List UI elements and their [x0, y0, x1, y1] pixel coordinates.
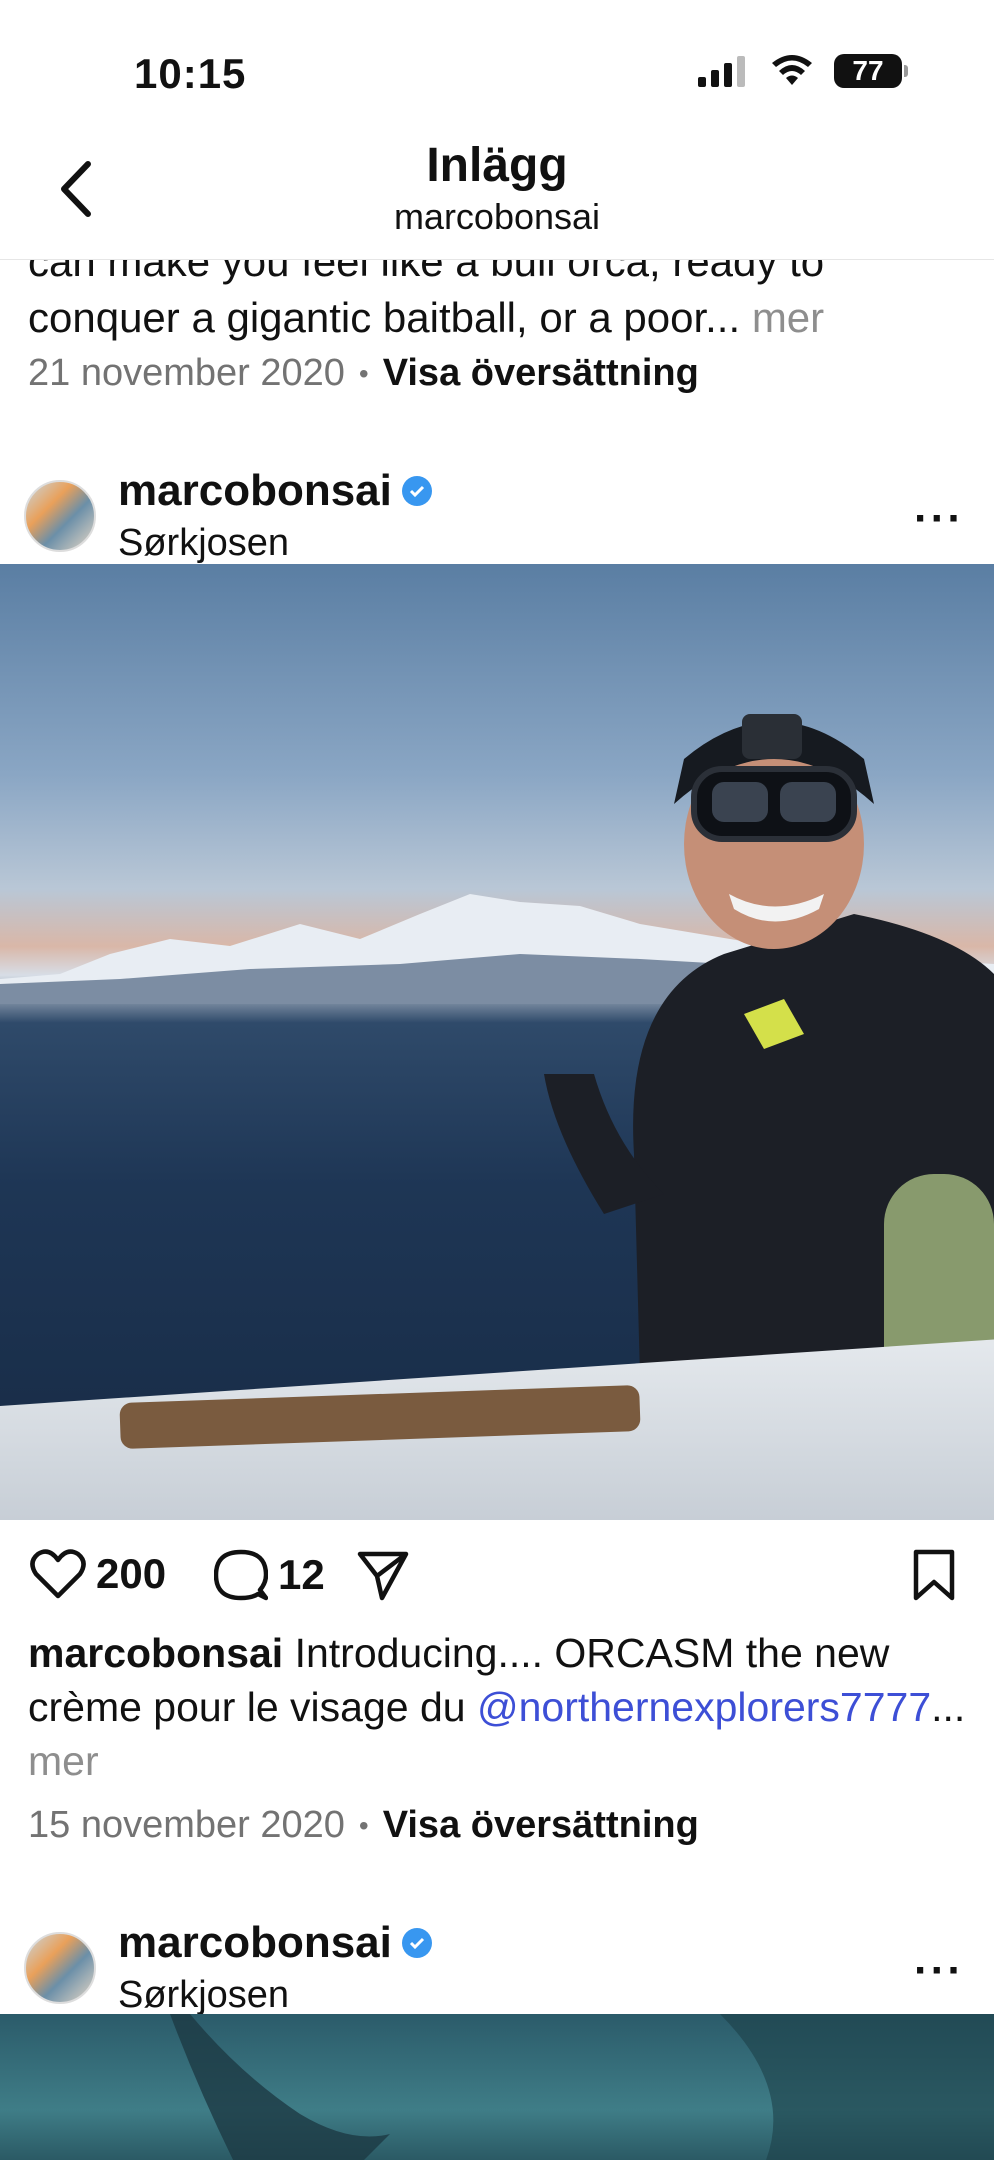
bookmark-icon	[913, 1549, 955, 1601]
post-date: 15 november 2020	[28, 1804, 345, 1846]
post-location[interactable]: Sørkjosen	[118, 1974, 289, 2017]
save-button[interactable]	[912, 1548, 956, 1602]
shark-silhouette	[170, 2014, 994, 2160]
avatar[interactable]	[24, 1932, 96, 2004]
prev-caption-more-link[interactable]: mer	[752, 294, 824, 341]
post-username[interactable]: marcobonsai	[118, 1918, 432, 1968]
avatar[interactable]	[24, 480, 96, 552]
caption-ellipsis: ...	[931, 1684, 966, 1730]
username-text: marcobonsai	[118, 1918, 392, 1967]
prev-translate-link[interactable]: Visa översättning	[383, 352, 699, 395]
post-location[interactable]: Sørkjosen	[118, 522, 289, 565]
prev-post-date: 21 november 2020	[28, 352, 345, 394]
status-time: 10:15	[134, 50, 247, 97]
status-icons: 77	[698, 54, 908, 88]
status-bar: 10:15 77	[0, 0, 994, 130]
verified-badge-icon	[401, 1928, 432, 1958]
post-meta: 15 november 2020 • Visa översättning	[28, 1804, 699, 1847]
comment-icon	[214, 1549, 268, 1601]
comment-button[interactable]: 12	[214, 1548, 325, 1602]
caption-more-link[interactable]: mer	[28, 1738, 99, 1784]
separator-dot: •	[358, 1809, 369, 1841]
username-text: marcobonsai	[118, 466, 392, 515]
translate-link[interactable]: Visa översättning	[383, 1804, 699, 1847]
wifi-icon	[772, 55, 812, 85]
heart-icon	[30, 1549, 86, 1599]
more-horizontal-icon[interactable]: ···	[914, 1946, 964, 1996]
paper-plane-icon	[357, 1551, 409, 1601]
post-photo[interactable]	[0, 564, 994, 1520]
post-photo[interactable]	[0, 2014, 994, 2160]
post-actions: 200 12	[0, 1530, 994, 1620]
prev-caption-text: conquer a gigantic baitball, or a poor..…	[28, 294, 741, 341]
nav-header: Inlägg marcobonsai	[0, 130, 994, 260]
caption-username[interactable]: marcobonsai	[28, 1630, 283, 1676]
post-header: marcobonsai Sørkjosen ···	[0, 1904, 994, 2017]
prev-post-meta: 21 november 2020 • Visa översättning	[28, 352, 699, 395]
battery-icon: 77	[834, 54, 908, 88]
post-header: marcobonsai Sørkjosen ···	[0, 452, 994, 565]
caption-mention[interactable]: @northernexplorers7777	[477, 1684, 931, 1730]
like-button[interactable]: 200	[30, 1548, 166, 1600]
post-caption: marcobonsai Introducing.... ORCASM the n…	[28, 1626, 968, 1788]
more-horizontal-icon[interactable]: ···	[914, 494, 964, 544]
page-title: Inlägg	[426, 139, 568, 192]
separator-dot: •	[358, 357, 369, 389]
post-username[interactable]: marcobonsai	[118, 466, 432, 516]
verified-badge-icon	[401, 476, 432, 506]
like-count: 200	[96, 1550, 167, 1597]
comment-count: 12	[278, 1551, 325, 1598]
share-button[interactable]	[356, 1548, 410, 1602]
signal-icon	[698, 56, 745, 87]
page-subtitle: marcobonsai	[393, 196, 601, 237]
